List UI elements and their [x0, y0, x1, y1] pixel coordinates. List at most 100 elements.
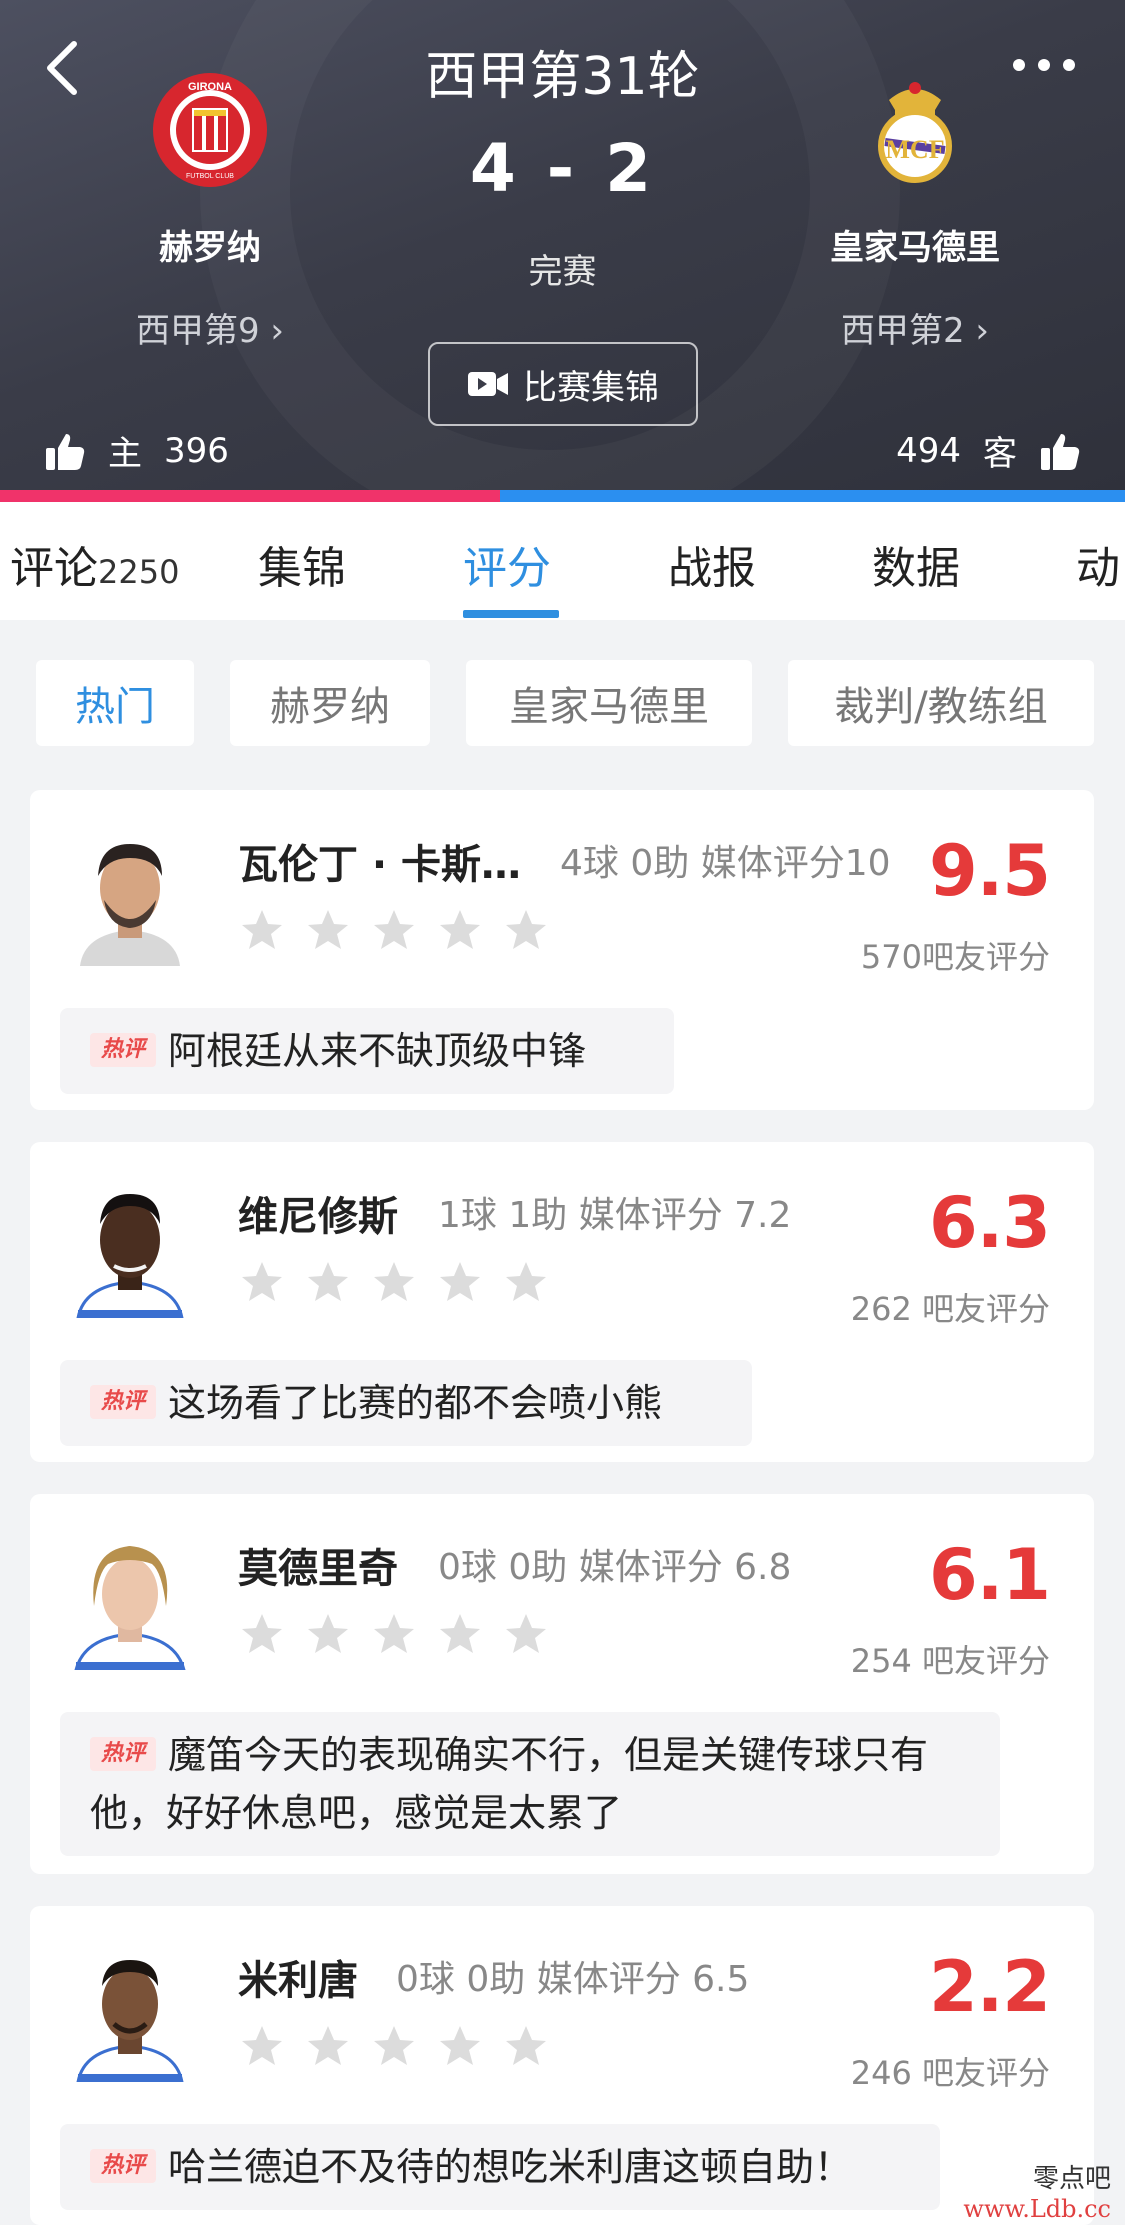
player-name: 维尼修斯	[238, 1194, 398, 1240]
player-rating-card[interactable]: 瓦伦丁 · 卡斯… 4球 0助 媒体评分10 9.5 570吧友评分 热评 阿根廷…	[30, 790, 1094, 1110]
star-icon[interactable]	[370, 1610, 418, 1658]
hot-comment-text: 魔笛今天的表现确实不行，但是关键传球只有他，好好休息吧，感觉是太累了	[90, 1733, 929, 1835]
away-team-rank[interactable]: 西甲第2 ›	[765, 303, 1065, 352]
player-rating-card[interactable]: 莫德里奇 0球 0助 媒体评分 6.8 6.1 254 吧友评分 热评 魔笛今天的…	[30, 1494, 1094, 1874]
star-icon[interactable]	[304, 1610, 352, 1658]
home-support-bar	[0, 490, 500, 502]
fan-rating-score: 6.1	[928, 1534, 1051, 1616]
star-icon[interactable]	[238, 2022, 286, 2070]
player-name: 瓦伦丁 · 卡斯…	[238, 842, 522, 888]
away-likes-count: 494	[896, 430, 961, 471]
site-watermark: 零点吧 www.Ldb.cc	[963, 2158, 1111, 2223]
thumbs-up-icon	[1041, 433, 1080, 470]
home-likes-label: 主	[108, 434, 142, 474]
hot-comment[interactable]: 热评 阿根廷从来不缺顶级中锋	[60, 1008, 674, 1094]
star-icon[interactable]	[502, 2022, 550, 2070]
home-team[interactable]: GIRONA FUTBOL CLUB 赫罗纳 西甲第9 ›	[60, 70, 360, 352]
hot-comment[interactable]: 热评 魔笛今天的表现确实不行，但是关键传球只有他，好好休息吧，感觉是太累了	[60, 1712, 1000, 1856]
player-stats: 0球 0助 媒体评分 6.5	[396, 1959, 750, 2000]
svg-text:GIRONA: GIRONA	[188, 81, 232, 93]
away-team[interactable]: MCF 皇家马德里 西甲第2 ›	[765, 70, 1065, 352]
player-avatar	[70, 1530, 190, 1670]
match-highlights-button[interactable]: 比赛集锦	[428, 342, 698, 426]
fan-rating-count: 254 吧友评分	[850, 1642, 1050, 1680]
real-madrid-logo-icon: MCF	[878, 82, 952, 183]
svg-text:MCF: MCF	[885, 135, 944, 164]
player-name: 莫德里奇	[238, 1546, 398, 1592]
star-rating[interactable]	[238, 2022, 550, 2070]
star-icon[interactable]	[304, 2022, 352, 2070]
filter-real-madrid[interactable]: 皇家马德里	[466, 660, 752, 746]
svg-text:FUTBOL CLUB: FUTBOL CLUB	[186, 173, 234, 180]
hot-comment-tag: 热评	[90, 1736, 156, 1771]
tab-ratings[interactable]: 评分	[463, 532, 551, 596]
hot-comment[interactable]: 热评 这场看了比赛的都不会喷小熊	[60, 1360, 752, 1446]
star-icon[interactable]	[370, 1258, 418, 1306]
match-header: 西甲第31轮 4 - 2 完赛 GIRONA FUTBOL CLUB 赫罗纳 西…	[0, 0, 1125, 490]
star-icon[interactable]	[304, 906, 352, 954]
star-icon[interactable]	[502, 1610, 550, 1658]
home-likes[interactable]: 主 396	[44, 426, 229, 475]
hot-comment-text: 这场看了比赛的都不会喷小熊	[168, 1381, 663, 1425]
hot-comment-tag: 热评	[90, 2148, 156, 2183]
star-icon[interactable]	[436, 2022, 484, 2070]
star-icon[interactable]	[502, 1258, 550, 1306]
tab-bar: 评论2250 集锦 评分 战报 数据 动	[0, 502, 1125, 620]
player-rating-card[interactable]: 维尼修斯 1球 1助 媒体评分 7.2 6.3 262 吧友评分 热评 这场看了比…	[30, 1142, 1094, 1462]
filter-hot[interactable]: 热门	[36, 660, 194, 746]
hot-comment-text: 哈兰德迫不及待的想吃米利唐这顿自助！	[168, 2145, 853, 2189]
hot-comment-tag: 热评	[90, 1032, 156, 1067]
girona-logo-icon: GIRONA FUTBOL CLUB	[153, 73, 267, 187]
filter-referee-coaches[interactable]: 裁判/教练组	[788, 660, 1094, 746]
fan-rating-score: 2.2	[928, 1946, 1051, 2028]
home-likes-count: 396	[164, 430, 229, 471]
fan-rating-count: 570吧友评分	[860, 938, 1050, 976]
player-avatar	[70, 1178, 190, 1318]
star-icon[interactable]	[502, 906, 550, 954]
star-rating[interactable]	[238, 1258, 550, 1306]
fan-rating-score: 9.5	[928, 830, 1051, 912]
tab-report[interactable]: 战报	[668, 532, 756, 596]
star-icon[interactable]	[436, 1610, 484, 1658]
away-support-bar	[500, 490, 1125, 502]
match-highlights-label: 比赛集锦	[523, 367, 659, 408]
fan-rating-score: 6.3	[928, 1182, 1051, 1264]
hot-comment[interactable]: 热评 哈兰德迫不及待的想吃米利唐这顿自助！	[60, 2124, 940, 2210]
video-camera-icon	[468, 372, 508, 396]
tab-stats[interactable]: 数据	[872, 532, 960, 596]
star-icon[interactable]	[238, 1258, 286, 1306]
away-likes[interactable]: 494 客	[896, 426, 1081, 475]
home-team-name: 赫罗纳	[159, 228, 261, 268]
fan-rating-count: 246 吧友评分	[850, 2054, 1050, 2092]
player-rating-card[interactable]: 米利唐 0球 0助 媒体评分 6.5 2.2 246 吧友评分 热评 哈兰德迫不及…	[30, 1906, 1094, 2225]
filter-girona[interactable]: 赫罗纳	[230, 660, 430, 746]
star-icon[interactable]	[238, 906, 286, 954]
watermark-title: 零点吧	[1032, 2164, 1111, 2194]
star-rating[interactable]	[238, 1610, 550, 1658]
active-tab-indicator	[463, 610, 559, 618]
player-stats: 0球 0助 媒体评分 6.8	[438, 1547, 792, 1588]
star-rating[interactable]	[238, 906, 550, 954]
tab-comments[interactable]: 评论2250	[10, 532, 179, 596]
star-icon[interactable]	[370, 2022, 418, 2070]
star-icon[interactable]	[370, 906, 418, 954]
home-team-rank[interactable]: 西甲第9 ›	[60, 303, 360, 352]
star-icon[interactable]	[436, 906, 484, 954]
fan-rating-count: 262 吧友评分	[850, 1290, 1050, 1328]
player-avatar	[70, 1942, 190, 2082]
player-stats: 4球 0助 媒体评分10	[560, 843, 891, 884]
rating-filters: 热门 赫罗纳 皇家马德里 裁判/教练组	[0, 660, 1125, 750]
thumbs-up-icon	[46, 433, 85, 470]
watermark-url: www.Ldb.cc	[963, 2195, 1111, 2223]
hot-comment-text: 阿根廷从来不缺顶级中锋	[168, 1029, 587, 1073]
star-icon[interactable]	[238, 1610, 286, 1658]
away-team-name: 皇家马德里	[830, 228, 1000, 268]
player-name: 米利唐	[238, 1958, 358, 2004]
star-icon[interactable]	[304, 1258, 352, 1306]
tab-highlights[interactable]: 集锦	[258, 532, 346, 596]
player-avatar	[70, 826, 190, 966]
star-icon[interactable]	[436, 1258, 484, 1306]
away-likes-label: 客	[983, 434, 1017, 474]
player-stats: 1球 1助 媒体评分 7.2	[438, 1195, 792, 1236]
tab-activity[interactable]: 动	[1076, 532, 1120, 596]
